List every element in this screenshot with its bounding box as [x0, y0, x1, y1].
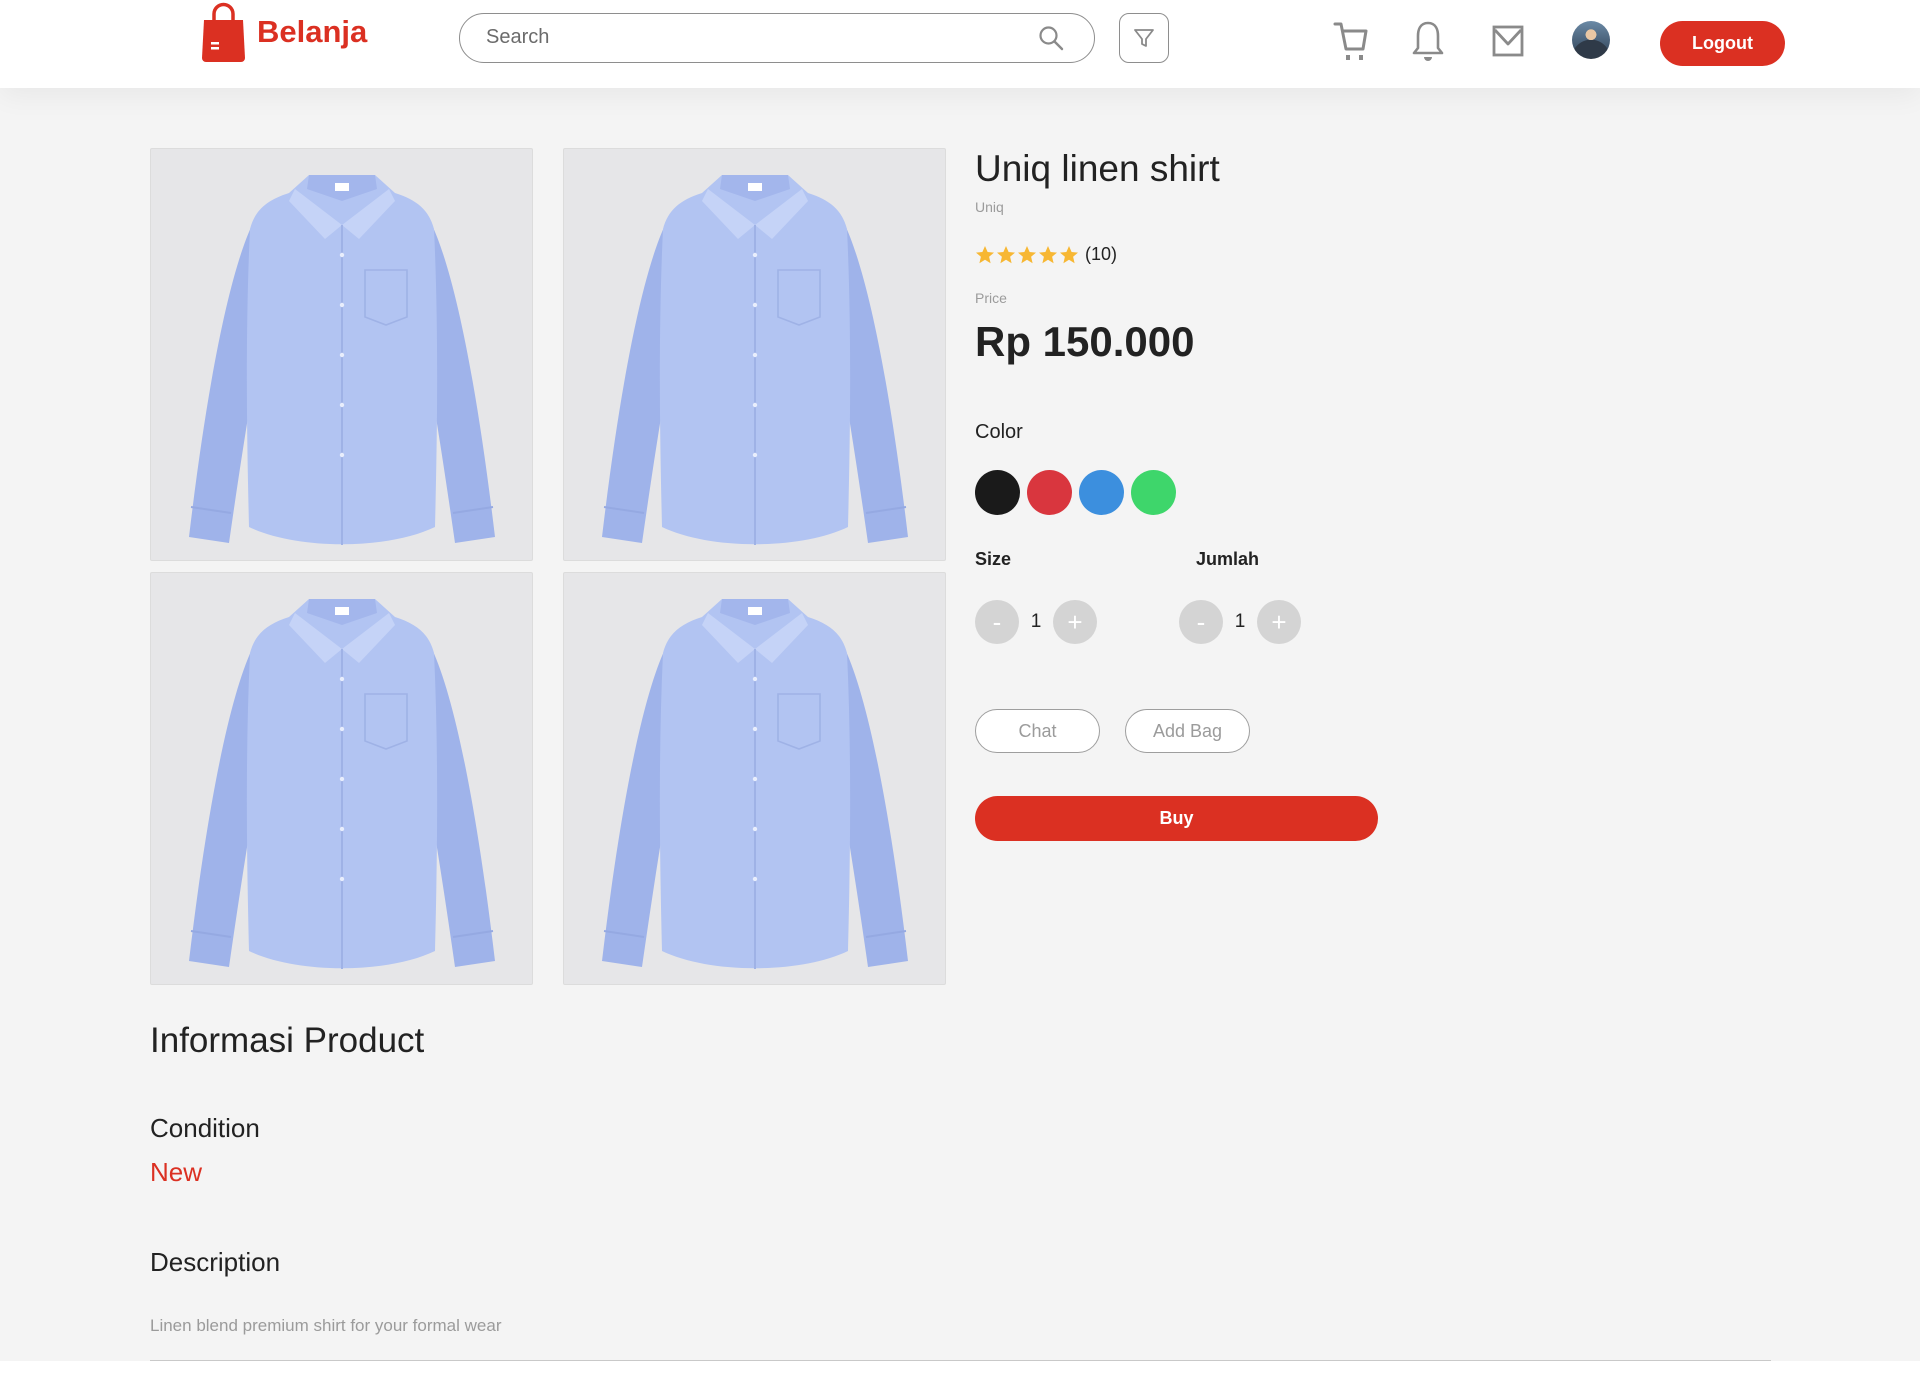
size-increase-button[interactable]: + — [1053, 600, 1097, 644]
filter-icon — [1134, 29, 1154, 47]
star-icon — [997, 245, 1015, 263]
color-swatch-4[interactable] — [1131, 470, 1176, 515]
search-input[interactable] — [486, 14, 1026, 61]
star-icon — [976, 245, 994, 263]
quantity-stepper: - 1 + — [1179, 600, 1301, 644]
rating-count: (10) — [1085, 244, 1118, 264]
chat-button[interactable]: Chat — [975, 709, 1100, 753]
add-bag-button[interactable]: Add Bag — [1125, 709, 1250, 753]
color-swatch-2[interactable] — [1027, 470, 1072, 515]
search-bar — [459, 13, 1095, 63]
product-price: Rp 150.000 — [975, 318, 1195, 365]
filter-button[interactable] — [1119, 13, 1169, 63]
product-rating: (10) — [975, 244, 1117, 265]
size-decrease-button[interactable]: - — [975, 600, 1019, 644]
mail-button[interactable] — [1488, 18, 1528, 64]
quantity-label: Jumlah — [1196, 549, 1260, 569]
buy-button[interactable]: Buy — [975, 796, 1378, 841]
shirt-image — [590, 579, 920, 979]
product-image-4[interactable] — [563, 572, 946, 985]
color-swatch-1[interactable] — [975, 470, 1020, 515]
shirt-image — [177, 579, 507, 979]
condition-value: New — [150, 1157, 203, 1187]
star-icon — [1060, 245, 1078, 263]
bell-icon — [1412, 21, 1444, 61]
search-icon[interactable] — [1038, 25, 1064, 51]
cart-button[interactable] — [1330, 18, 1370, 64]
logout-button[interactable]: Logout — [1660, 21, 1785, 66]
brand-logo[interactable]: Belanja — [200, 0, 367, 64]
color-swatch-3[interactable] — [1079, 470, 1124, 515]
rating-stars — [975, 245, 1080, 265]
size-label: Size — [975, 549, 1012, 569]
shopping-bag-icon — [202, 2, 245, 62]
cart-icon — [1333, 22, 1368, 60]
brand-name: Belanja — [257, 14, 368, 49]
product-image-2[interactable] — [563, 148, 946, 561]
star-icon — [1039, 245, 1057, 263]
product-info-heading: Informasi Product — [150, 1021, 425, 1060]
product-image-3[interactable] — [150, 572, 533, 985]
quantity-value: 1 — [1234, 611, 1246, 632]
product-title: Uniq linen shirt — [975, 148, 1220, 189]
size-value: 1 — [1030, 611, 1042, 632]
color-swatches — [975, 470, 1183, 515]
description-text: Linen blend premium shirt for your forma… — [150, 1316, 502, 1335]
shirt-image — [590, 155, 920, 555]
product-brand: Uniq — [975, 199, 1004, 215]
product-image-1[interactable] — [150, 148, 533, 561]
shirt-image — [177, 155, 507, 555]
page-bottom — [0, 1361, 1920, 1381]
size-stepper: - 1 + — [975, 600, 1097, 644]
quantity-decrease-button[interactable]: - — [1179, 600, 1223, 644]
description-label: Description — [150, 1247, 281, 1277]
top-navbar: Belanja Logout — [0, 0, 1920, 88]
star-icon — [1018, 245, 1036, 263]
quantity-increase-button[interactable]: + — [1257, 600, 1301, 644]
avatar[interactable] — [1572, 21, 1610, 59]
price-label: Price — [975, 290, 1007, 306]
mail-icon — [1492, 25, 1524, 57]
notification-button[interactable] — [1408, 18, 1448, 64]
condition-label: Condition — [150, 1113, 260, 1143]
color-label: Color — [975, 421, 1023, 443]
